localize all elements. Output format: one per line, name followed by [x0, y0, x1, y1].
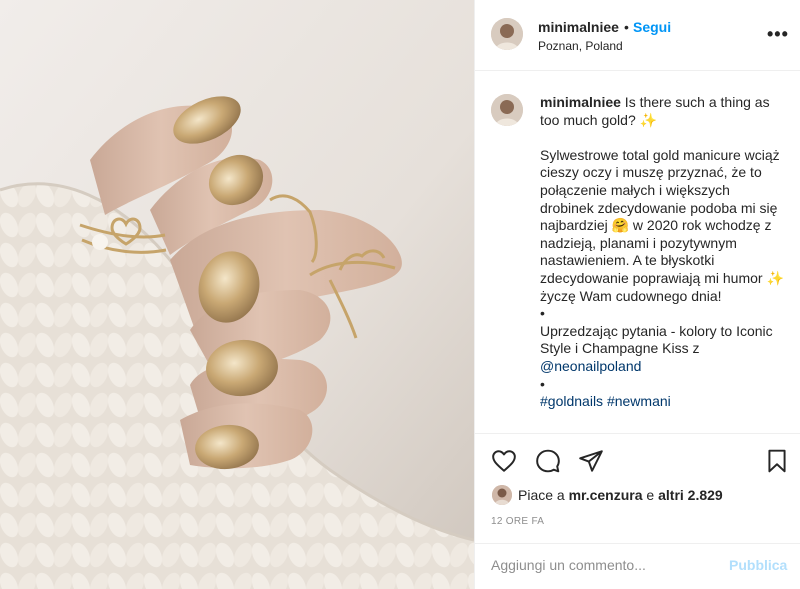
caption-section: minimalniee Is there such a thing as too… [475, 72, 800, 433]
mention-link[interactable]: @neonailpoland [540, 358, 641, 374]
caption-bullet: • [540, 305, 545, 322]
follow-button[interactable]: Segui [633, 19, 671, 35]
likes-text: Piace a mr.cenzura e altri 2.829 [518, 487, 723, 503]
post-photo[interactable] [0, 0, 474, 589]
likes-middle: e [642, 487, 659, 503]
more-options-icon[interactable]: ••• [767, 24, 789, 45]
post-side-panel: minimalniee • Segui Poznan, Poland ••• m… [474, 0, 800, 589]
comment-icon[interactable] [535, 448, 561, 474]
likes-prefix: Piace a [518, 487, 569, 503]
liker-avatar[interactable] [492, 485, 512, 505]
author-username[interactable]: minimalniee [538, 19, 619, 35]
comment-form: Pubblica [475, 543, 800, 589]
comment-input[interactable] [491, 557, 721, 573]
post-caption: minimalniee Is there such a thing as too… [540, 94, 785, 411]
post-header: minimalniee • Segui Poznan, Poland ••• [475, 0, 800, 71]
caption-bullet-2: • [540, 375, 545, 392]
post-actions: Piace a mr.cenzura e altri 2.829 12 ORE … [475, 433, 800, 543]
author-avatar[interactable] [491, 18, 523, 50]
nails-photo-illustration [0, 0, 474, 589]
caption-author-avatar[interactable] [491, 94, 523, 126]
heart-icon[interactable] [491, 448, 517, 474]
caption-body-2: Uprzedzając pytania - kolory to Iconic S… [540, 322, 777, 357]
liker-username[interactable]: mr.cenzura [569, 487, 643, 503]
bookmark-icon[interactable] [764, 448, 790, 474]
publish-button[interactable]: Pubblica [729, 557, 787, 573]
caption-username[interactable]: minimalniee [540, 94, 621, 110]
hashtags-link[interactable]: #goldnails #newmani [540, 393, 671, 409]
post-location[interactable]: Poznan, Poland [538, 39, 623, 53]
likes-count-link[interactable]: altri 2.829 [658, 487, 723, 503]
send-icon[interactable] [578, 448, 604, 474]
separator-dot: • [624, 19, 629, 35]
post-timestamp[interactable]: 12 ORE FA [491, 516, 544, 527]
caption-body: Sylwestrowe total gold manicure wciąż ci… [540, 146, 788, 304]
